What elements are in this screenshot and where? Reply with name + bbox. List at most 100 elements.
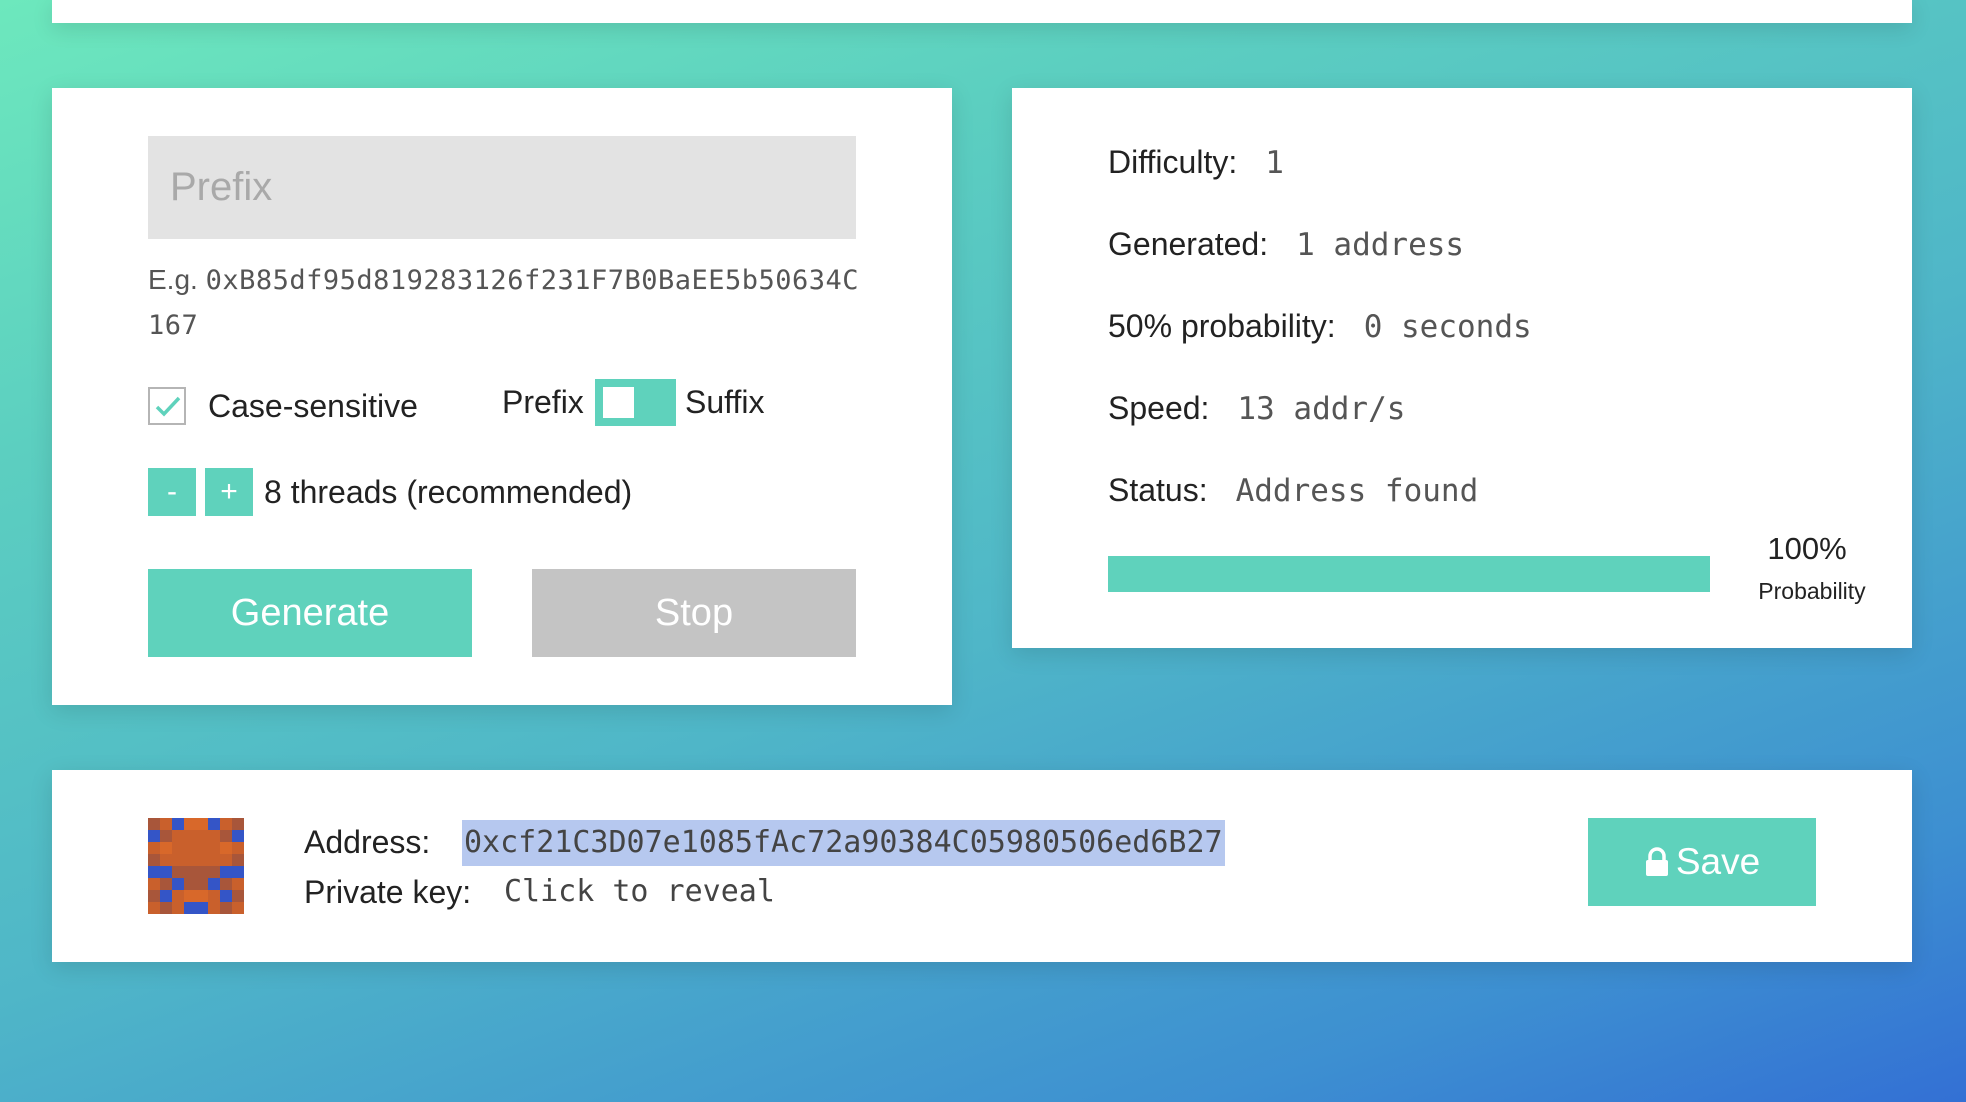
identicon-cell — [172, 818, 184, 830]
address-label: Address: — [304, 824, 431, 860]
identicon-cell — [208, 890, 220, 902]
statistics-card: Difficulty: 1 Generated: 1 address 50% pro… — [1012, 88, 1912, 648]
private-key-reveal[interactable]: Click to reveal — [504, 870, 775, 914]
identicon-cell — [208, 866, 220, 878]
status-label: Status: — [1108, 472, 1208, 508]
identicon-cell — [172, 890, 184, 902]
identicon-cell — [220, 890, 232, 902]
identicon-cell — [172, 866, 184, 878]
identicon-cell — [172, 902, 184, 914]
identicon-cell — [148, 878, 160, 890]
identicon-cell — [160, 890, 172, 902]
identicon-cell — [160, 902, 172, 914]
identicon-cell — [220, 818, 232, 830]
status-row: Status: Address found — [1108, 468, 1478, 513]
identicon-cell — [172, 830, 184, 842]
difficulty-value: 1 — [1265, 145, 1284, 181]
identicon-cell — [208, 842, 220, 854]
threads-count-label: 8 threads (recommended) — [264, 474, 633, 510]
generated-value: 1 address — [1296, 227, 1465, 263]
identicon-cell — [172, 878, 184, 890]
generator-settings-card: E.g. 0xB85df95d819283126f231F7B0BaEE5b50… — [52, 88, 952, 705]
toggle-suffix-label: Suffix — [685, 384, 765, 420]
identicon-cell — [160, 818, 172, 830]
identicon-cell — [232, 890, 244, 902]
stop-button[interactable]: Stop — [532, 569, 856, 657]
result-card: Address: 0xcf21C3D07e1085fAc72a90384C059… — [52, 770, 1912, 962]
case-sensitive-label: Case-sensitive — [208, 388, 418, 424]
save-label: Save — [1675, 841, 1761, 882]
identicon-cell — [220, 830, 232, 842]
identicon-cell — [196, 890, 208, 902]
identicon-cell — [232, 830, 244, 842]
identicon-cell — [184, 818, 196, 830]
identicon-cell — [220, 902, 232, 914]
identicon-cell — [184, 902, 196, 914]
identicon-cell — [184, 854, 196, 866]
identicon-cell — [160, 842, 172, 854]
identicon-cell — [232, 878, 244, 890]
identicon-cell — [208, 818, 220, 830]
identicon-cell — [184, 842, 196, 854]
identicon-cell — [148, 854, 160, 866]
identicon-cell — [160, 866, 172, 878]
identicon-cell — [208, 830, 220, 842]
identicon-cell — [196, 854, 208, 866]
identicon-cell — [184, 878, 196, 890]
checkmark-icon — [155, 396, 181, 417]
progress-fill — [1108, 556, 1710, 592]
probability50-label: 50% probability: — [1108, 308, 1336, 344]
identicon-cell — [208, 854, 220, 866]
speed-value: 13 addr/s — [1237, 391, 1406, 427]
identicon-cell — [148, 890, 160, 902]
identicon-cell — [148, 902, 160, 914]
identicon-cell — [208, 902, 220, 914]
generate-button[interactable]: Generate — [148, 569, 472, 657]
decrease-threads-button[interactable]: - — [148, 468, 196, 516]
probability50-row: 50% probability: 0 seconds — [1108, 304, 1532, 349]
speed-label: Speed: — [1108, 390, 1210, 426]
identicon-cell — [184, 830, 196, 842]
identicon-cell — [196, 902, 208, 914]
identicon-cell — [196, 878, 208, 890]
increase-threads-button[interactable]: + — [205, 468, 253, 516]
identicon-cell — [172, 842, 184, 854]
identicon-cell — [184, 890, 196, 902]
speed-row: Speed: 13 addr/s — [1108, 386, 1405, 431]
identicon-cell — [232, 866, 244, 878]
identicon-cell — [196, 842, 208, 854]
prefix-input[interactable] — [148, 136, 856, 239]
example-address: 0xB85df95d819283126f231F7B0BaEE5b50634C1… — [148, 265, 860, 341]
status-value: Address found — [1235, 473, 1479, 509]
example-label: E.g. — [148, 264, 198, 295]
address-identicon — [148, 818, 244, 914]
progress-percent: 100% — [1767, 531, 1847, 566]
difficulty-label: Difficulty: — [1108, 144, 1238, 180]
identicon-cell — [148, 866, 160, 878]
lock-icon — [1645, 847, 1668, 876]
identicon-cell — [208, 878, 220, 890]
identicon-cell — [196, 830, 208, 842]
identicon-cell — [148, 830, 160, 842]
example-hint: E.g. 0xB85df95d819283126f231F7B0BaEE5b50… — [148, 258, 868, 348]
address-value[interactable]: 0xcf21C3D07e1085fAc72a90384C05980506ed6B… — [462, 820, 1225, 866]
difficulty-row: Difficulty: 1 — [1108, 140, 1284, 185]
identicon-cell — [232, 818, 244, 830]
case-sensitive-checkbox[interactable] — [148, 387, 186, 425]
identicon-cell — [220, 878, 232, 890]
identicon-cell — [232, 842, 244, 854]
generated-row: Generated: 1 address — [1108, 222, 1464, 267]
identicon-cell — [220, 866, 232, 878]
identicon-cell — [160, 878, 172, 890]
toggle-knob — [603, 387, 634, 418]
toggle-prefix-label: Prefix — [502, 384, 584, 420]
identicon-cell — [148, 842, 160, 854]
save-button[interactable]: Save — [1588, 818, 1816, 906]
top-card-edge — [52, 0, 1912, 23]
identicon-cell — [220, 842, 232, 854]
identicon-cell — [172, 854, 184, 866]
identicon-cell — [196, 818, 208, 830]
identicon-cell — [232, 854, 244, 866]
prefix-suffix-toggle[interactable] — [595, 379, 676, 426]
identicon-cell — [196, 866, 208, 878]
